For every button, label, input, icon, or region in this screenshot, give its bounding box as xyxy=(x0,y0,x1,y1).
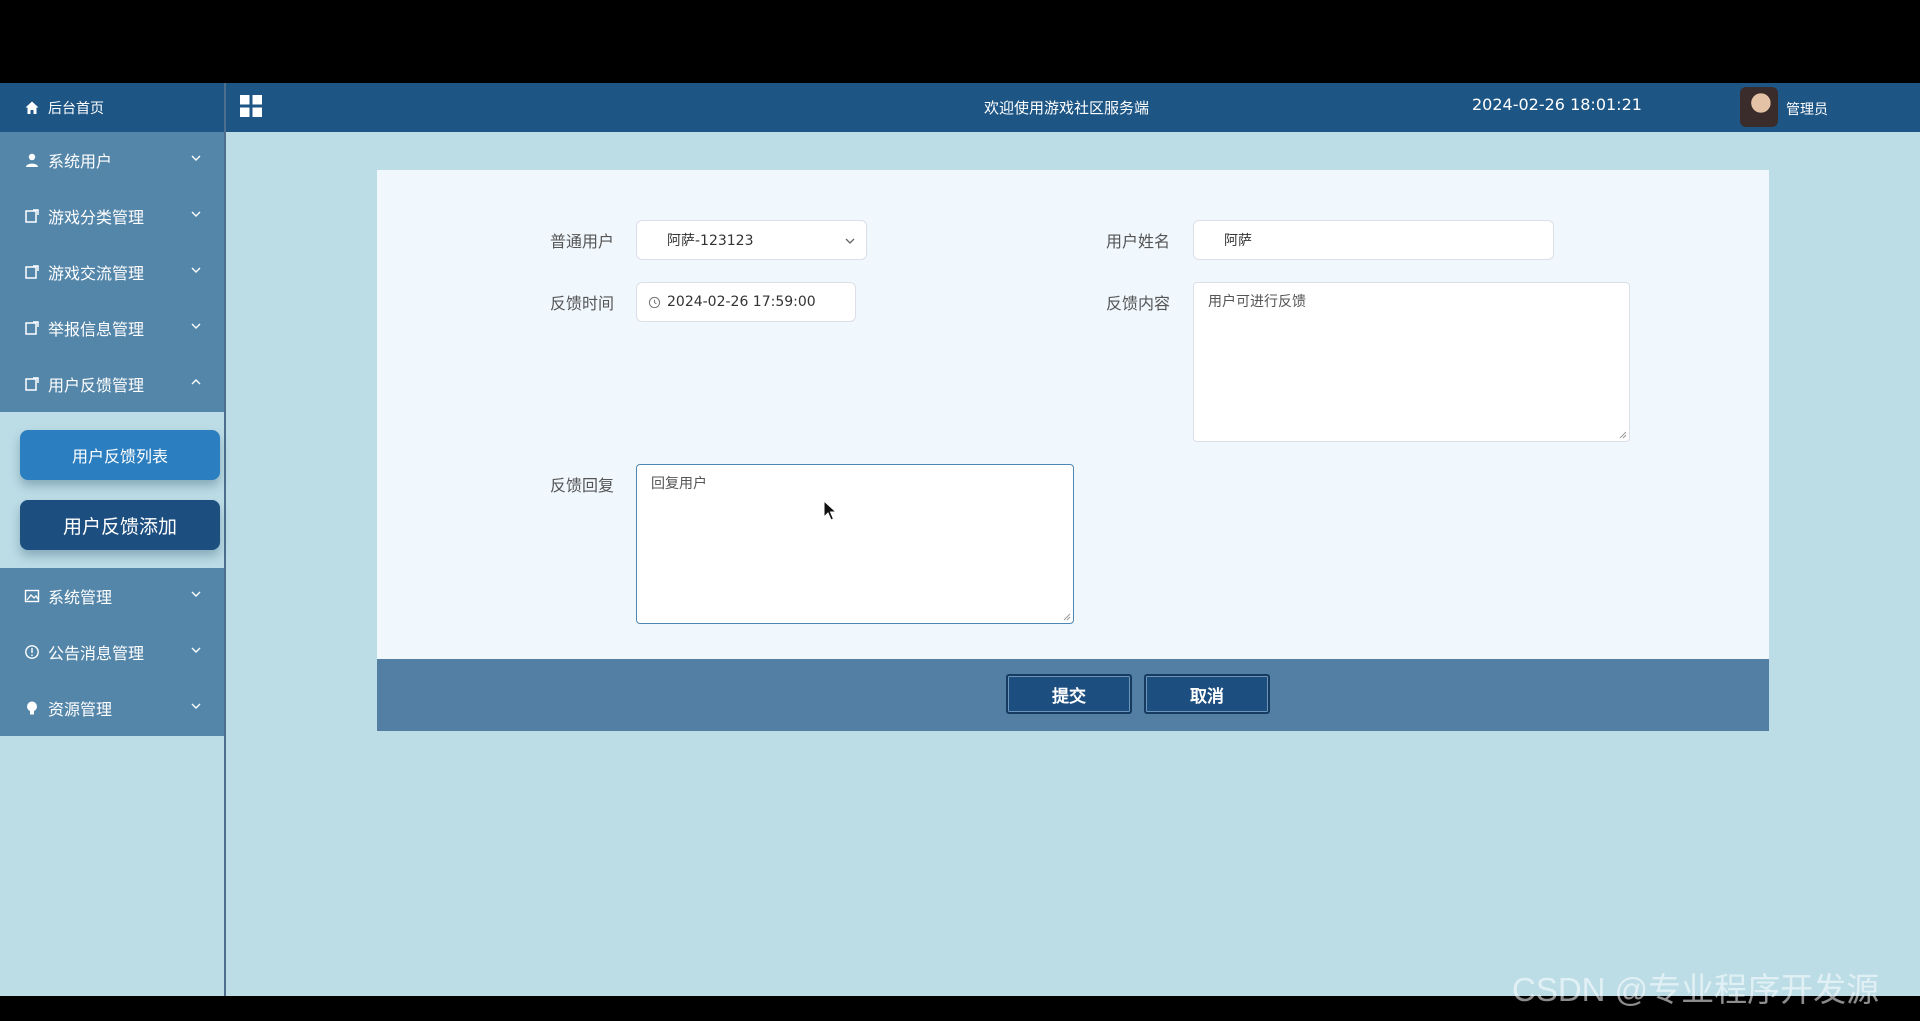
bulb-icon xyxy=(24,700,40,716)
sidebar-item-resources[interactable]: 资源管理 xyxy=(0,680,224,736)
chevron-down-icon xyxy=(191,703,201,709)
edit-box-icon xyxy=(24,208,40,224)
user-name[interactable]: 管理员 xyxy=(1786,99,1828,119)
edit-box-icon xyxy=(24,264,40,280)
page-title: 欢迎使用游戏社区服务端 xyxy=(984,99,1150,117)
submenu-feedback-list[interactable]: 用户反馈列表 xyxy=(20,430,220,480)
clock-icon xyxy=(648,296,661,308)
home-icon xyxy=(24,100,40,116)
sidebar-item-report-info[interactable]: 举报信息管理 xyxy=(0,300,224,356)
user-name-value: 阿萨 xyxy=(1224,233,1252,249)
sidebar-item-label: 系统管理 xyxy=(48,588,113,607)
user-select-value: 阿萨-123123 xyxy=(667,233,754,249)
user-icon xyxy=(24,152,40,168)
submit-button[interactable]: 提交 xyxy=(1006,674,1132,714)
feedback-reply-textarea[interactable]: 回复用户 xyxy=(636,464,1074,624)
chevron-down-icon xyxy=(191,591,201,597)
sidebar-item-game-category[interactable]: 游戏分类管理 xyxy=(0,188,224,244)
cancel-button[interactable]: 取消 xyxy=(1144,674,1270,714)
sidebar-menu-lower: 系统管理 公告消息管理 资源管理 xyxy=(0,568,224,736)
top-bar: 欢迎使用游戏社区服务端 2024-02-26 18:01:21 管理员 xyxy=(226,83,1920,132)
form-actions-bar: 提交 取消 xyxy=(377,659,1769,731)
sidebar: 后台首页 系统用户 游戏分类管理 游戏交流管理 举报信息管理 用户反馈管理 用户… xyxy=(0,83,226,996)
sidebar-item-user-feedback[interactable]: 用户反馈管理 xyxy=(0,356,224,412)
sidebar-item-label: 举报信息管理 xyxy=(48,320,145,339)
feedback-time-label: 反馈时间 xyxy=(550,294,615,313)
sidebar-item-label: 用户反馈管理 xyxy=(48,376,145,395)
sidebar-item-label: 系统用户 xyxy=(48,152,113,171)
user-select[interactable]: 阿萨-123123 xyxy=(636,220,867,260)
avatar[interactable] xyxy=(1740,87,1778,127)
chevron-down-icon xyxy=(191,155,201,161)
grid-menu-icon[interactable] xyxy=(239,94,263,118)
user-name-label: 用户姓名 xyxy=(1106,232,1171,251)
feedback-content-value: 用户可进行反馈 xyxy=(1208,294,1306,310)
feedback-content-label: 反馈内容 xyxy=(1106,294,1171,313)
feedback-form-panel: 普通用户 阿萨-123123 用户姓名 阿萨 反馈时间 2024-02-26 1… xyxy=(377,170,1769,731)
mouse-cursor-icon xyxy=(823,500,837,521)
chevron-down-icon xyxy=(191,323,201,329)
user-select-label: 普通用户 xyxy=(550,232,615,251)
chevron-up-icon xyxy=(191,379,201,385)
chevron-down-icon xyxy=(191,267,201,273)
edit-box-icon xyxy=(24,376,40,392)
app-frame: 后台首页 系统用户 游戏分类管理 游戏交流管理 举报信息管理 用户反馈管理 用户… xyxy=(0,83,1920,996)
resize-handle-icon[interactable] xyxy=(1061,611,1071,621)
chevron-down-icon xyxy=(845,238,855,244)
info-icon xyxy=(24,644,40,660)
sidebar-item-system-users[interactable]: 系统用户 xyxy=(0,132,224,188)
sidebar-item-home[interactable]: 后台首页 xyxy=(0,83,224,132)
sidebar-item-label: 游戏分类管理 xyxy=(48,208,145,227)
resize-handle-icon[interactable] xyxy=(1617,429,1627,439)
sidebar-item-system-management[interactable]: 系统管理 xyxy=(0,568,224,624)
edit-box-icon xyxy=(24,320,40,336)
chevron-down-icon xyxy=(191,211,201,217)
feedback-time-field[interactable]: 2024-02-26 17:59:00 xyxy=(636,282,856,322)
sidebar-item-label: 游戏交流管理 xyxy=(48,264,145,283)
submenu-feedback-add[interactable]: 用户反馈添加 xyxy=(20,500,220,550)
feedback-reply-label: 反馈回复 xyxy=(550,476,615,495)
sidebar-menu: 系统用户 游戏分类管理 游戏交流管理 举报信息管理 用户反馈管理 xyxy=(0,132,224,412)
user-name-field[interactable]: 阿萨 xyxy=(1193,220,1554,260)
sidebar-item-label: 后台首页 xyxy=(48,100,104,117)
sidebar-item-game-exchange[interactable]: 游戏交流管理 xyxy=(0,244,224,300)
feedback-reply-value: 回复用户 xyxy=(651,476,707,492)
sidebar-item-announcements[interactable]: 公告消息管理 xyxy=(0,624,224,680)
sidebar-item-label: 公告消息管理 xyxy=(48,644,145,663)
watermark-text: CSDN @专业程序开发源 xyxy=(1512,971,1880,1008)
datetime-display: 2024-02-26 18:01:21 xyxy=(1472,95,1642,114)
feedback-time-value: 2024-02-26 17:59:00 xyxy=(667,294,816,310)
feedback-submenu: 用户反馈列表 用户反馈添加 xyxy=(0,412,224,568)
feedback-content-textarea[interactable]: 用户可进行反馈 xyxy=(1193,282,1630,442)
picture-icon xyxy=(24,588,40,604)
chevron-down-icon xyxy=(191,647,201,653)
sidebar-item-label: 资源管理 xyxy=(48,700,113,719)
